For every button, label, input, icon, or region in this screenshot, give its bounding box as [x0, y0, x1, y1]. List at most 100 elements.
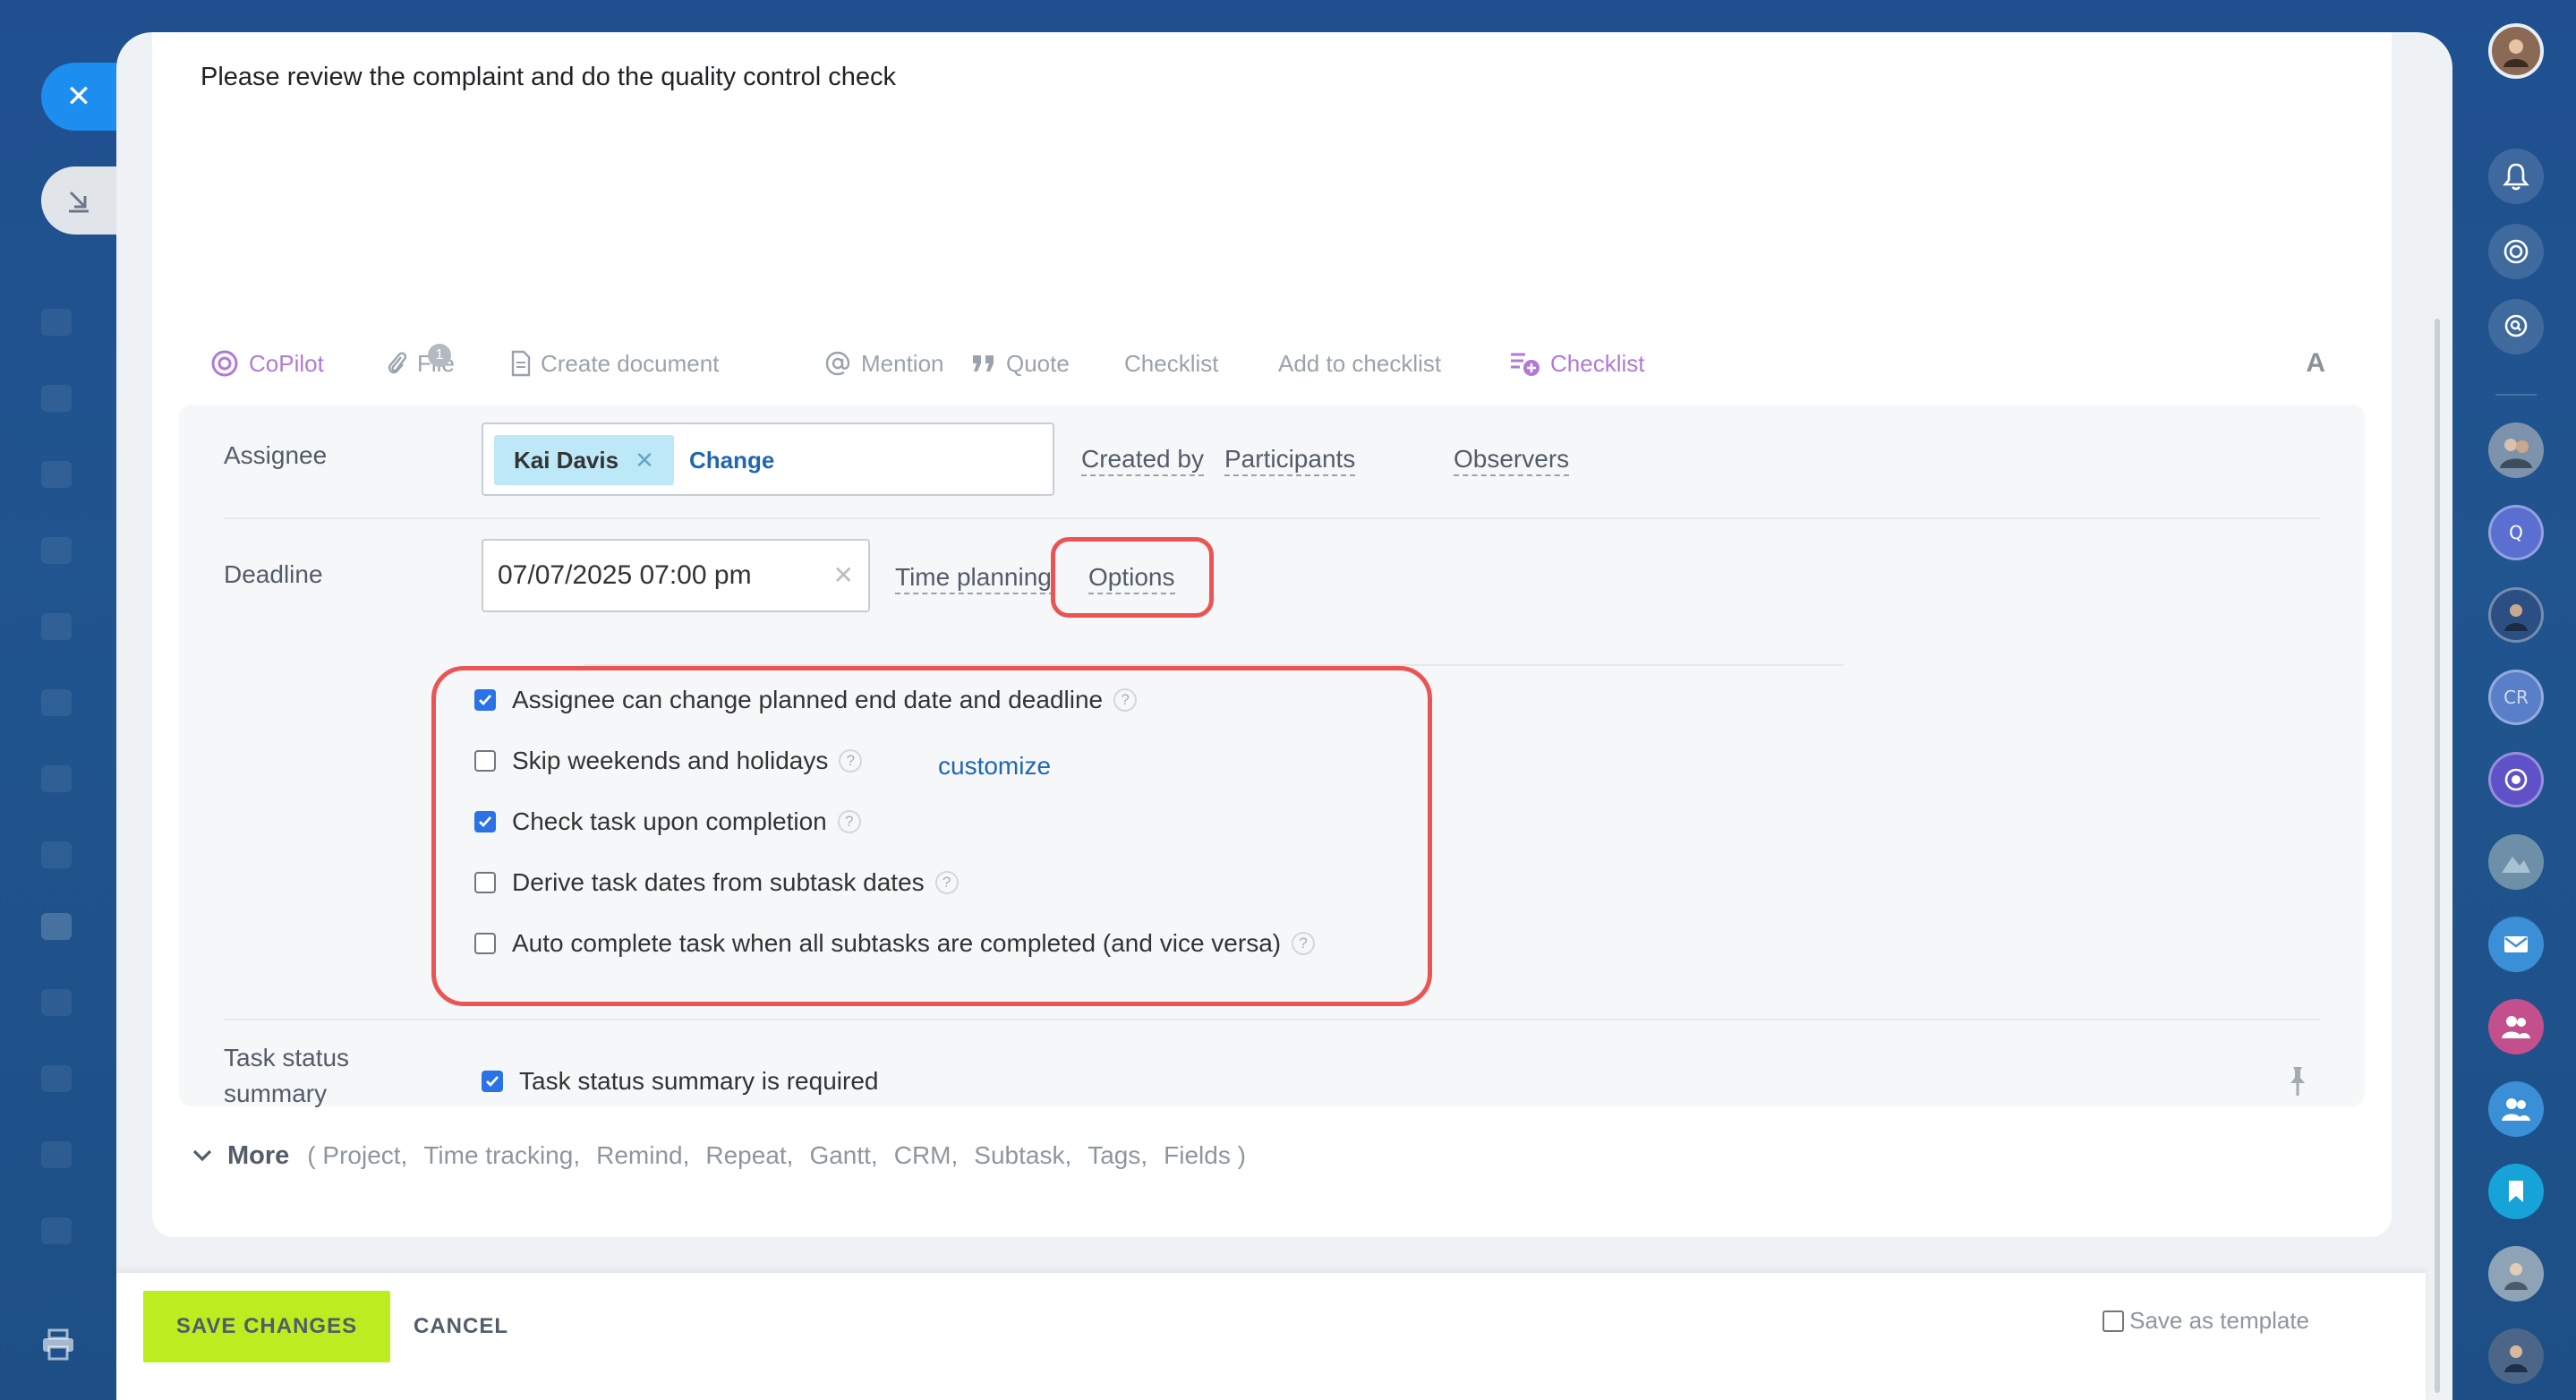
- person-icon: [2500, 439, 2532, 468]
- person-icon: [2504, 604, 2528, 631]
- sidebar-separator: [2495, 394, 2537, 396]
- left-strip: ✕: [0, 0, 116, 1400]
- assignee-label: Assignee: [224, 441, 328, 469]
- bookmarks-button[interactable]: [2488, 1164, 2544, 1219]
- checkbox-unchecked[interactable]: [474, 872, 496, 893]
- group-chat-button[interactable]: [2488, 999, 2544, 1054]
- background-menu-icon: [41, 765, 72, 792]
- file-button[interactable]: File 1: [385, 337, 455, 390]
- cancel-button[interactable]: CANCEL: [414, 1291, 508, 1362]
- copilot-icon: [211, 350, 238, 377]
- group-icon: [2502, 1098, 2530, 1121]
- file-count-badge: 1: [428, 344, 451, 367]
- help-icon[interactable]: ?: [934, 871, 959, 894]
- chat-avatar-photo[interactable]: [2488, 834, 2544, 890]
- group-chat-button[interactable]: [2488, 1081, 2544, 1137]
- at-sign-icon: [825, 351, 850, 376]
- option-derive-dates[interactable]: Derive task dates from subtask dates ?: [474, 865, 959, 901]
- checkbox-unchecked[interactable]: [474, 750, 496, 772]
- assignee-chip[interactable]: Kai Davis ✕: [494, 435, 674, 485]
- checkbox-checked[interactable]: [474, 689, 496, 711]
- created-by-link[interactable]: Created by: [1081, 444, 1204, 476]
- check-icon: [486, 1076, 499, 1088]
- copilot-button[interactable]: [2488, 224, 2544, 279]
- checkbox-checked[interactable]: [482, 1071, 503, 1092]
- chat-avatar[interactable]: [2488, 587, 2544, 643]
- person-icon: [2504, 1345, 2528, 1372]
- task-properties: Assignee Kai Davis ✕ Change Created by P…: [179, 405, 2365, 1107]
- row-divider: [224, 517, 2320, 519]
- mention-button[interactable]: Mention: [823, 337, 944, 390]
- background-menu-icon: [41, 841, 72, 868]
- deadline-input[interactable]: 07/07/2025 07:00 pm ✕: [482, 539, 870, 612]
- bookmark-icon: [2509, 1181, 2523, 1202]
- chat-copilot-avatar[interactable]: [2488, 752, 2544, 807]
- mail-button[interactable]: [2488, 917, 2544, 972]
- clear-deadline-icon[interactable]: ✕: [833, 560, 854, 590]
- assignee-field[interactable]: Kai Davis ✕ Change: [482, 423, 1054, 496]
- chat-avatar[interactable]: [2488, 1328, 2544, 1384]
- quote-button[interactable]: Quote: [970, 337, 1070, 390]
- status-summary-label-line1: Task status: [224, 1044, 350, 1071]
- options-highlight: [1051, 537, 1214, 618]
- option-auto-complete[interactable]: Auto complete task when all subtasks are…: [474, 926, 1316, 961]
- search-chat-button[interactable]: [2488, 299, 2544, 354]
- time-planning-link[interactable]: Time planning: [895, 562, 1054, 594]
- close-slider-button[interactable]: ✕: [41, 63, 116, 131]
- help-icon[interactable]: ?: [837, 810, 861, 833]
- close-icon: ✕: [65, 79, 92, 115]
- chat-avatar-cr[interactable]: CR: [2488, 670, 2544, 725]
- remove-assignee-icon[interactable]: ✕: [635, 447, 654, 474]
- task-description[interactable]: Please review the complaint and do the q…: [200, 63, 896, 92]
- checklist-button[interactable]: Checklist: [1509, 337, 1644, 390]
- option-assignee-change-deadline[interactable]: Assignee can change planned end date and…: [474, 682, 1138, 718]
- participants-link[interactable]: Participants: [1224, 444, 1356, 476]
- checkbox-unchecked[interactable]: [2103, 1310, 2125, 1332]
- checkbox-unchecked[interactable]: [474, 933, 496, 954]
- option-skip-weekends[interactable]: Skip weekends and holidays ?: [474, 743, 863, 779]
- user-avatar[interactable]: [2488, 23, 2544, 79]
- checkbox-checked[interactable]: [474, 811, 496, 832]
- help-icon[interactable]: ?: [839, 749, 863, 773]
- chat-avatar-q[interactable]: Q: [2488, 505, 2544, 560]
- task-form-card: Please review the complaint and do the q…: [152, 32, 2392, 1237]
- print-icon[interactable]: [41, 1328, 75, 1361]
- more-section[interactable]: More ( Project, Time tracking, Remind, R…: [192, 1133, 1262, 1178]
- copilot-label: CoPilot: [249, 349, 324, 377]
- create-document-button[interactable]: Create document: [510, 337, 719, 390]
- notifications-button[interactable]: [2488, 149, 2544, 204]
- more-item: ( Project,: [307, 1141, 408, 1169]
- chat-avatar[interactable]: [2488, 1246, 2544, 1302]
- option-check-task[interactable]: Check task upon completion ?: [474, 804, 861, 840]
- checklist-text-button[interactable]: Checklist: [1124, 337, 1218, 390]
- status-summary-required-option[interactable]: Task status summary is required: [482, 1063, 878, 1099]
- right-sidebar: Q CR: [2452, 0, 2576, 1400]
- text-format-button[interactable]: A: [2306, 337, 2325, 390]
- background-menu-icon: [41, 989, 72, 1016]
- avatar-initials: Q: [2509, 522, 2523, 543]
- more-item: Tags,: [1088, 1141, 1148, 1169]
- option-label: Check task upon completion: [512, 807, 827, 835]
- avatar-initials: CR: [2503, 687, 2529, 708]
- form-footer: SAVE CHANGES CANCEL Save as template: [116, 1273, 2426, 1400]
- paperclip-icon: [388, 352, 407, 374]
- deadline-value: 07/07/2025 07:00 pm: [498, 560, 752, 590]
- background-menu-icon: [41, 1065, 72, 1092]
- chat-search-icon: [2504, 314, 2528, 337]
- help-icon[interactable]: ?: [1292, 932, 1316, 955]
- save-as-template-option[interactable]: Save as template: [2103, 1307, 2309, 1335]
- check-icon: [479, 695, 492, 706]
- copilot-button[interactable]: CoPilot: [209, 337, 324, 390]
- scrollbar[interactable]: [2435, 319, 2440, 1393]
- chat-avatar-group[interactable]: [2488, 423, 2544, 478]
- create-document-label: Create document: [541, 349, 720, 377]
- change-assignee-link[interactable]: Change: [689, 435, 774, 485]
- add-to-checklist-button[interactable]: Add to checklist: [1278, 337, 1441, 390]
- row-divider: [224, 1019, 2320, 1020]
- save-changes-button[interactable]: SAVE CHANGES: [143, 1291, 390, 1362]
- pin-icon[interactable]: [2286, 1065, 2309, 1097]
- customize-link[interactable]: customize: [938, 748, 1051, 784]
- minimize-slider-button[interactable]: [41, 166, 116, 235]
- observers-link[interactable]: Observers: [1454, 444, 1570, 476]
- help-icon[interactable]: ?: [1113, 688, 1138, 712]
